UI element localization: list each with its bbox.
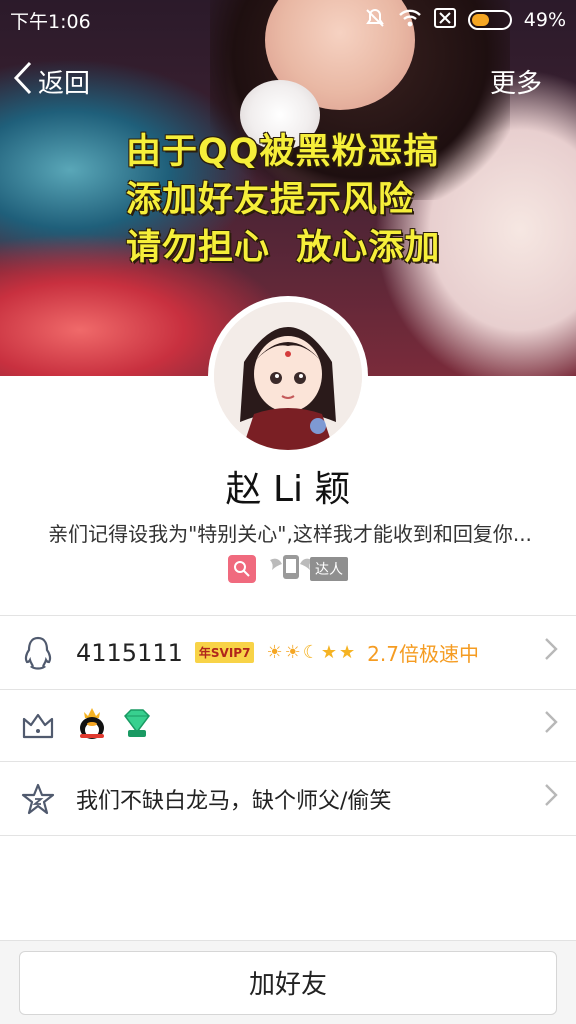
winged-phone-icon xyxy=(268,552,314,586)
avatar-image xyxy=(214,302,362,450)
vip-privileges-row[interactable] xyxy=(0,690,576,762)
status-row[interactable]: 我们不缺白龙马，缺个师父/偷笑 xyxy=(0,762,576,836)
sun-icon: ☀ xyxy=(284,642,301,663)
vip-privileges-content xyxy=(76,706,544,746)
nav-bar: 返回 更多 xyxy=(0,56,576,106)
status-content: 我们不缺白龙马，缺个师父/偷笑 xyxy=(76,783,544,815)
back-label: 返回 xyxy=(38,68,91,99)
level-icons: ☀ ☀ ☾ ★ ★ xyxy=(266,642,355,663)
star-outline-icon xyxy=(20,781,56,817)
add-friend-button[interactable]: 加好友 xyxy=(19,950,557,1015)
battery-percent: 49% xyxy=(523,9,566,31)
chevron-right-icon xyxy=(544,710,558,741)
avatar[interactable] xyxy=(208,296,368,456)
cover-caption: 由于QQ被黑粉恶搞 添加好友提示风险 请勿担心 放心添加 xyxy=(126,132,441,268)
profile-signature: 亲们记得设我为"特别关心",这样我才能收到和回复你... xyxy=(48,522,532,546)
mute-icon xyxy=(364,7,386,34)
no-sim-icon xyxy=(433,7,456,33)
crown-icon xyxy=(20,708,56,744)
star-icon: ★ xyxy=(339,642,356,663)
profile-tags: 达人 xyxy=(0,554,576,584)
status-time: 下午1:06 xyxy=(10,10,91,33)
status-bar: 下午1:06 49% xyxy=(0,0,576,40)
penguin-crown-icon xyxy=(76,706,108,746)
diamond-level-icon xyxy=(120,708,154,744)
speed-text: 2.7倍极速中 xyxy=(367,642,479,666)
search-tag-icon[interactable] xyxy=(228,555,256,583)
back-chevron-icon xyxy=(12,60,34,103)
qq-level-content: 4115111 年SVIP7 ☀ ☀ ☾ ★ ★ 2.7倍极速中 xyxy=(76,638,544,667)
svip-badge: 年SVIP7 xyxy=(194,642,255,663)
qq-number: 4115111 xyxy=(76,638,183,667)
star-icon: ★ xyxy=(320,642,337,663)
more-button[interactable]: 更多 xyxy=(490,63,562,100)
back-button[interactable]: 返回 xyxy=(12,60,90,103)
wifi-icon xyxy=(398,8,422,33)
moon-icon: ☾ xyxy=(302,642,319,663)
profile-info-list: 4115111 年SVIP7 ☀ ☀ ☾ ★ ★ 2.7倍极速中 我们不缺白龙马… xyxy=(0,615,576,836)
status-text: 我们不缺白龙马，缺个师父/偷笑 xyxy=(76,788,392,814)
qq-penguin-icon xyxy=(20,635,56,671)
qq-level-row[interactable]: 4115111 年SVIP7 ☀ ☀ ☾ ★ ★ 2.7倍极速中 xyxy=(0,616,576,690)
battery-icon xyxy=(467,10,512,30)
bottom-bar: 加好友 xyxy=(0,940,576,1024)
daren-badge[interactable]: 达人 xyxy=(268,554,348,584)
sun-icon: ☀ xyxy=(266,642,283,663)
profile-name: 赵 Li 颖 xyxy=(225,469,351,510)
chevron-right-icon xyxy=(544,783,558,814)
daren-label: 达人 xyxy=(310,557,348,581)
chevron-right-icon xyxy=(544,637,558,668)
status-icons: 49% xyxy=(364,7,566,34)
